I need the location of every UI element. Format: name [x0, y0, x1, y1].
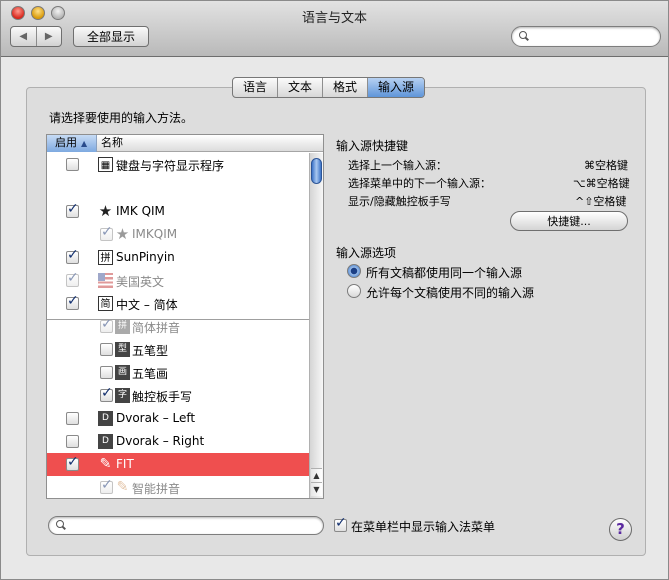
brush-icon: ✎ [116, 479, 129, 495]
simplified-icon: 简 [98, 296, 113, 311]
help-button[interactable]: ? [609, 518, 632, 541]
column-name-header[interactable]: 名称 [101, 135, 123, 151]
list-prompt: 请选择要使用的输入方法。 [49, 111, 194, 125]
list-header: 启用 ▲ 名称 [47, 135, 323, 152]
enable-checkbox[interactable] [100, 477, 113, 494]
enable-checkbox[interactable] [66, 158, 79, 171]
list-item-label: Dvorak – Right [116, 434, 205, 448]
list-row[interactable]: D Dvorak – Right [47, 430, 309, 453]
radio-per-document-label[interactable]: 允许每个文稿使用不同的输入源 [366, 284, 534, 301]
column-enabled-label: 启用 [55, 136, 77, 149]
list-row[interactable]: ★IMK QIM [47, 200, 309, 223]
enable-checkbox[interactable] [66, 454, 79, 471]
list-item-label: FIT [116, 457, 134, 471]
list-item-label: SunPinyin [116, 250, 175, 264]
window-title: 语言与文本 [301, 11, 367, 26]
tab-language[interactable]: 语言 [233, 78, 279, 97]
list-row[interactable]: 型五笔型 [47, 338, 309, 361]
list-item-label: 智能拼音 [132, 482, 181, 496]
tab-bar: 语言 文本 格式 输入源 [232, 77, 426, 98]
radio-same-source-label[interactable]: 所有文稿都使用同一个输入源 [366, 264, 522, 281]
keyboard-shortcuts-button[interactable]: 快捷键... [510, 211, 628, 231]
wubi-icon: 型 [115, 342, 130, 357]
toolbar: 语言与文本 ◀ ▶ 全部显示 [1, 1, 668, 57]
list-scrollbar[interactable]: ▲ ▼ [309, 153, 323, 498]
dvorak-icon: D [98, 434, 113, 449]
shortcut-handwriting-label: 显示/隐藏触控板手写 [348, 195, 451, 208]
enable-checkbox[interactable] [66, 270, 79, 287]
enable-checkbox[interactable] [100, 343, 113, 356]
search-icon [56, 520, 66, 530]
enable-checkbox[interactable] [100, 366, 113, 379]
column-enabled-header[interactable]: 启用 ▲ [47, 135, 97, 152]
stroke-icon: 画 [115, 365, 130, 380]
list-row[interactable]: ✎ FIT [47, 453, 309, 476]
list-row[interactable]: ▦ 键盘与字符显示程序 [47, 153, 309, 176]
options-heading: 输入源选项 [336, 246, 397, 260]
show-input-menu-label[interactable]: 在菜单栏中显示输入法菜单 [351, 518, 495, 535]
scrollbar-thumb[interactable] [311, 158, 322, 184]
enable-checkbox[interactable] [66, 293, 79, 310]
back-forward-control: ◀ ▶ [10, 26, 62, 47]
scroll-down-arrow-icon[interactable]: ▼ [311, 482, 322, 496]
preferences-window: 语言与文本 ◀ ▶ 全部显示 语言 文本 格式 输入源 请选择要使用的输入方法。… [0, 0, 669, 580]
show-all-button[interactable]: 全部显示 [73, 26, 149, 47]
list-separator [47, 319, 309, 320]
show-input-menu-checkbox[interactable] [334, 515, 347, 532]
list-item-label: 键盘与字符显示程序 [116, 159, 225, 173]
search-icon [519, 31, 529, 41]
enable-checkbox[interactable] [100, 224, 113, 241]
enable-checkbox[interactable] [66, 435, 79, 448]
list-row[interactable]: 拼SunPinyin [47, 246, 309, 269]
list-row[interactable]: ★IMKQIM [47, 223, 309, 246]
enable-checkbox[interactable] [100, 385, 113, 402]
list-item-label: 中文 – 简体 [116, 298, 178, 312]
list-item-label: IMK QIM [116, 204, 165, 218]
enable-checkbox[interactable] [100, 316, 113, 333]
shortcut-prev-key: ⌘空格键 [584, 159, 628, 172]
enable-checkbox[interactable] [66, 201, 79, 218]
scroll-up-arrow-icon[interactable]: ▲ [311, 468, 322, 482]
shortcuts-heading: 输入源快捷键 [336, 139, 409, 153]
list-row[interactable]: 简中文 – 简体 [47, 292, 309, 315]
shortcut-next-label: 选择菜单中的下一个输入源： [348, 177, 491, 190]
pinyin-icon: 拼 [115, 319, 130, 334]
dvorak-icon: D [98, 411, 113, 426]
shortcut-handwriting-key: ^⇧空格键 [575, 195, 627, 208]
tab-formats[interactable]: 格式 [323, 78, 369, 97]
list-item-label: 触控板手写 [132, 390, 193, 404]
handwriting-icon: 字 [115, 388, 130, 403]
star-icon: ★ [115, 225, 130, 243]
radio-same-source[interactable] [347, 264, 361, 278]
sort-ascending-icon: ▲ [81, 139, 88, 148]
forward-arrow-icon[interactable]: ▶ [37, 27, 62, 46]
list-row[interactable]: 画五笔画 [47, 361, 309, 384]
keyboard-viewer-icon: ▦ [98, 157, 113, 172]
tab-input-sources[interactable]: 输入源 [368, 78, 425, 97]
enable-checkbox[interactable] [66, 247, 79, 264]
list-row[interactable]: D Dvorak – Left [47, 407, 309, 430]
radio-per-document-source[interactable] [347, 284, 361, 298]
tab-text[interactable]: 文本 [278, 78, 324, 97]
enable-checkbox[interactable] [66, 412, 79, 425]
input-source-list: 启用▲ 名称 ▦键盘与字符显示程序★IMK QIM★IMKQIM拼SunPiny… [46, 134, 324, 499]
star-icon: ★ [98, 202, 113, 220]
list-item-label: Dvorak – Left [116, 411, 196, 425]
shortcut-next-key: ⌥⌘空格键 [573, 177, 630, 190]
list-item-label: 五笔型 [132, 344, 169, 358]
toolbar-search-field[interactable] [511, 26, 661, 47]
list-search-field[interactable] [48, 516, 324, 535]
list-item-label: 美国英文 [116, 275, 165, 289]
pinyin-icon: 拼 [98, 250, 113, 265]
list-item-label: 五笔画 [132, 367, 169, 381]
list-row[interactable]: 美国英文 [47, 269, 309, 292]
list-item-label: 简体拼音 [132, 321, 181, 335]
brush-icon: ✎ [99, 456, 112, 472]
list-row[interactable]: 字触控板手写 [47, 384, 309, 407]
back-arrow-icon[interactable]: ◀ [11, 27, 37, 46]
shortcut-prev-label: 选择上一个输入源： [348, 159, 447, 172]
list-row[interactable]: ✎智能拼音 [47, 476, 309, 498]
list-item-label: IMKQIM [132, 227, 178, 241]
us-flag-icon [98, 273, 113, 288]
